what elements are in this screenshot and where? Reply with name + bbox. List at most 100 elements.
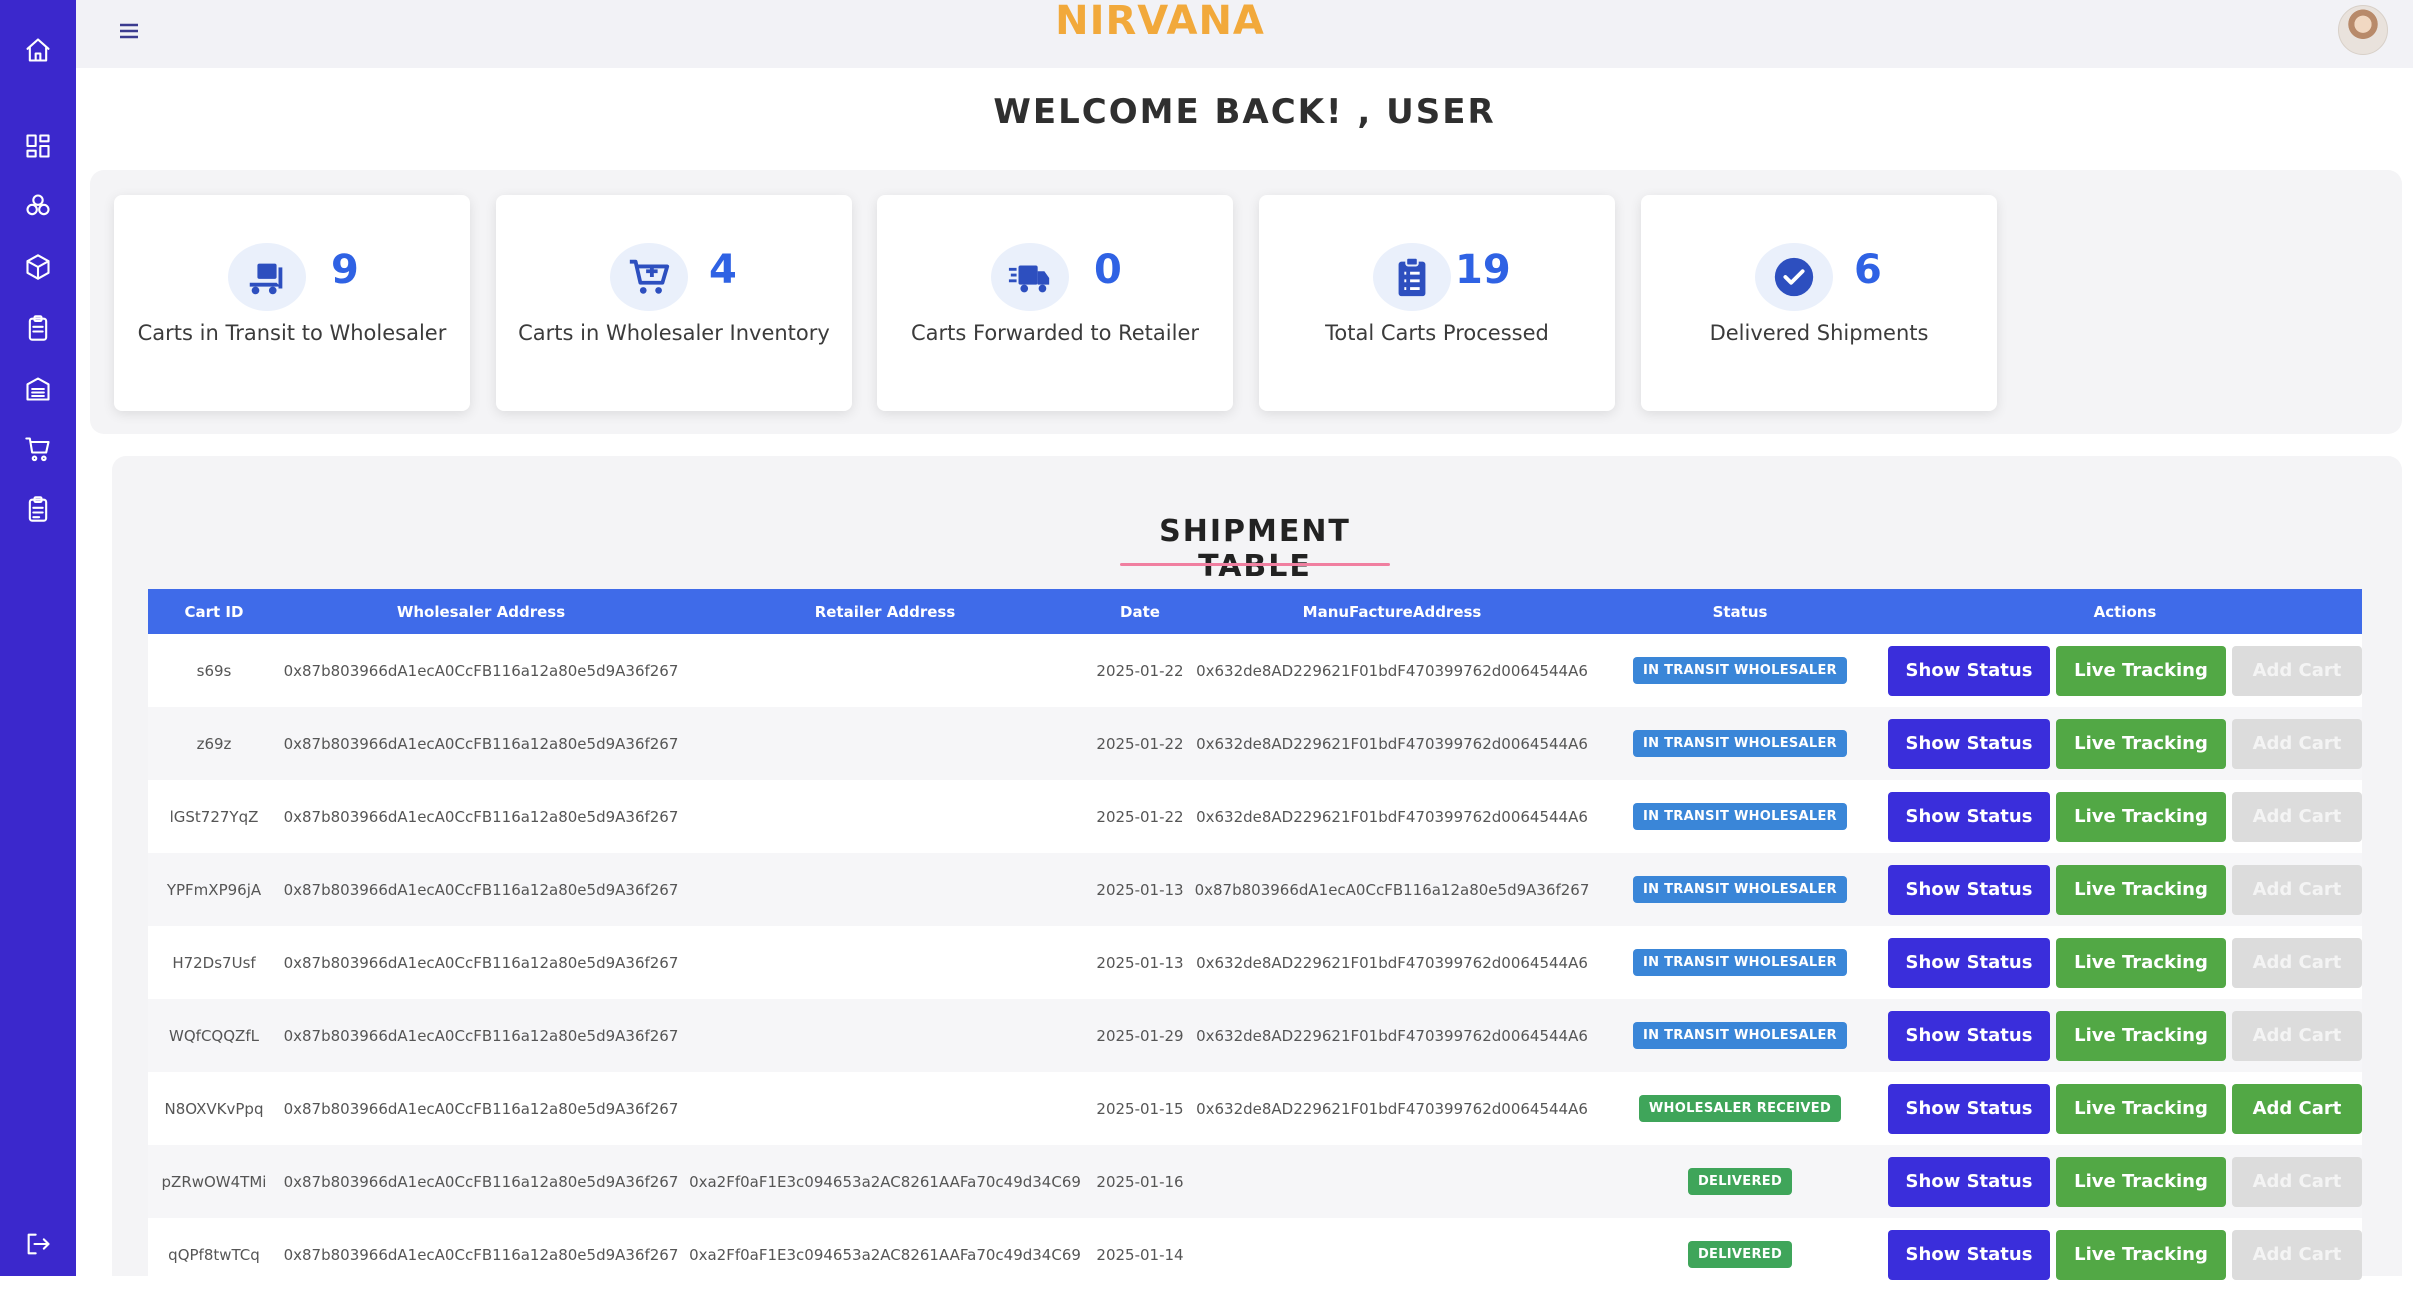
status-badge: IN TRANSIT WHOLESALER: [1633, 803, 1847, 830]
row-actions: Show Status Live Tracking Add Cart: [1888, 937, 2362, 988]
box-icon[interactable]: [22, 251, 54, 283]
cell-status: IN TRANSIT WHOLESALER: [1592, 707, 1888, 780]
menu-icon[interactable]: [114, 16, 144, 46]
header-status: Status: [1592, 589, 1888, 634]
cell-manufacture-address: 0x632de8AD229621F01bdF470399762d0064544A…: [1192, 926, 1592, 999]
cart-icon[interactable]: [22, 433, 54, 465]
add-cart-button: Add Cart: [2232, 718, 2362, 769]
header-date: Date: [1088, 589, 1192, 634]
stat-card-wholesaler-inventory: 4 Carts in Wholesaler Inventory: [496, 195, 852, 411]
clipboard-list-icon: [1373, 243, 1451, 311]
cell-manufacture-address: [1192, 1218, 1592, 1291]
cell-date: 2025-01-13: [1088, 853, 1192, 926]
cell-wholesaler-address: 0x87b803966dA1ecA0CcFB116a12a80e5d9A36f2…: [280, 926, 682, 999]
status-badge: IN TRANSIT WHOLESALER: [1633, 1022, 1847, 1049]
cell-actions: Show Status Live Tracking Add Cart: [1888, 707, 2362, 780]
stat-label: Carts Forwarded to Retailer: [910, 321, 1200, 345]
add-cart-button: Add Cart: [2232, 937, 2362, 988]
table-row: qQPf8twTCq 0x87b803966dA1ecA0CcFB116a12a8…: [148, 1218, 2362, 1291]
cell-status: WHOLESALER RECEIVED: [1592, 1072, 1888, 1145]
show-status-button[interactable]: Show Status: [1888, 791, 2050, 842]
live-tracking-button[interactable]: Live Tracking: [2056, 1083, 2226, 1134]
status-badge: IN TRANSIT WHOLESALER: [1633, 876, 1847, 903]
show-status-button[interactable]: Show Status: [1888, 1229, 2050, 1280]
welcome-heading: WELCOME BACK! , USER: [993, 92, 1496, 132]
home-icon[interactable]: [22, 34, 54, 66]
check-circle-icon: [1755, 243, 1833, 311]
live-tracking-button[interactable]: Live Tracking: [2056, 864, 2226, 915]
cell-manufacture-address: 0x87b803966dA1ecA0CcFB116a12a80e5d9A36f2…: [1192, 853, 1592, 926]
cell-retailer-address: [682, 999, 1088, 1072]
row-actions: Show Status Live Tracking Add Cart: [1888, 864, 2362, 915]
live-tracking-button[interactable]: Live Tracking: [2056, 718, 2226, 769]
show-status-button[interactable]: Show Status: [1888, 718, 2050, 769]
live-tracking-button[interactable]: Live Tracking: [2056, 937, 2226, 988]
clipboard-icon[interactable]: [22, 312, 54, 344]
cell-wholesaler-address: 0x87b803966dA1ecA0CcFB116a12a80e5d9A36f2…: [280, 853, 682, 926]
header-retailer-address: Retailer Address: [682, 589, 1088, 634]
stat-value: 9: [331, 247, 359, 293]
fast-truck-icon: [991, 243, 1069, 311]
avatar[interactable]: [2338, 5, 2388, 55]
checklist-icon[interactable]: [22, 493, 54, 525]
row-actions: Show Status Live Tracking Add Cart: [1888, 718, 2362, 769]
stat-label: Total Carts Processed: [1325, 321, 1549, 345]
status-badge: DELIVERED: [1687, 1168, 1793, 1195]
cell-date: 2025-01-16: [1088, 1145, 1192, 1218]
cell-status: IN TRANSIT WHOLESALER: [1592, 999, 1888, 1072]
cell-date: 2025-01-22: [1088, 634, 1192, 707]
header-actions: Actions: [1888, 589, 2362, 634]
shipment-table: Cart ID Wholesaler Address Retailer Addr…: [148, 589, 2362, 1291]
status-badge: DELIVERED: [1687, 1241, 1793, 1268]
show-status-button[interactable]: Show Status: [1888, 937, 2050, 988]
table-row: pZRwOW4TMi 0x87b803966dA1ecA0CcFB116a12a8…: [148, 1145, 2362, 1218]
live-tracking-button[interactable]: Live Tracking: [2056, 1010, 2226, 1061]
add-cart-button: Add Cart: [2232, 791, 2362, 842]
cell-date: 2025-01-13: [1088, 926, 1192, 999]
row-actions: Show Status Live Tracking Add Cart: [1888, 1083, 2362, 1134]
cell-status: DELIVERED: [1592, 1145, 1888, 1218]
cell-cart-id: WQfCQQZfL: [148, 999, 280, 1072]
dashboard-icon[interactable]: [22, 130, 54, 162]
table-row: WQfCQQZfL 0x87b803966dA1ecA0CcFB116a12a80…: [148, 999, 2362, 1072]
status-badge: IN TRANSIT WHOLESALER: [1633, 949, 1847, 976]
title-underline: [1120, 563, 1390, 566]
cell-retailer-address: [682, 1072, 1088, 1145]
show-status-button[interactable]: Show Status: [1888, 1156, 2050, 1207]
show-status-button[interactable]: Show Status: [1888, 864, 2050, 915]
cell-manufacture-address: 0x632de8AD229621F01bdF470399762d0064544A…: [1192, 707, 1592, 780]
show-status-button[interactable]: Show Status: [1888, 1083, 2050, 1134]
live-tracking-button[interactable]: Live Tracking: [2056, 1229, 2226, 1280]
cell-manufacture-address: 0x632de8AD229621F01bdF470399762d0064544A…: [1192, 780, 1592, 853]
live-tracking-button[interactable]: Live Tracking: [2056, 791, 2226, 842]
add-cart-button[interactable]: Add Cart: [2232, 1083, 2362, 1134]
status-badge: IN TRANSIT WHOLESALER: [1633, 730, 1847, 757]
show-status-button[interactable]: Show Status: [1888, 645, 2050, 696]
cell-actions: Show Status Live Tracking Add Cart: [1888, 1218, 2362, 1291]
cell-status: DELIVERED: [1592, 1218, 1888, 1291]
cell-actions: Show Status Live Tracking Add Cart: [1888, 1072, 2362, 1145]
cell-cart-id: lGSt727YqZ: [148, 780, 280, 853]
stat-value: 4: [709, 247, 737, 293]
status-badge: WHOLESALER RECEIVED: [1638, 1095, 1842, 1122]
cell-date: 2025-01-14: [1088, 1218, 1192, 1291]
cell-cart-id: s69s: [148, 634, 280, 707]
live-tracking-button[interactable]: Live Tracking: [2056, 1156, 2226, 1207]
cell-manufacture-address: 0x632de8AD229621F01bdF470399762d0064544A…: [1192, 999, 1592, 1072]
cell-manufacture-address: 0x632de8AD229621F01bdF470399762d0064544A…: [1192, 1072, 1592, 1145]
table-row: s69s 0x87b803966dA1ecA0CcFB116a12a80e5d9A…: [148, 634, 2362, 707]
warehouse-icon[interactable]: [22, 373, 54, 405]
cart-plus-icon: [610, 243, 688, 311]
row-actions: Show Status Live Tracking Add Cart: [1888, 645, 2362, 696]
nodes-icon[interactable]: [22, 190, 54, 222]
add-cart-button: Add Cart: [2232, 1229, 2362, 1280]
logout-icon[interactable]: [22, 1228, 54, 1260]
cell-retailer-address: 0xa2Ff0aF1E3c094653a2AC8261AAFa70c49d34C…: [682, 1145, 1088, 1218]
stat-label: Delivered Shipments: [1709, 321, 1929, 345]
cell-wholesaler-address: 0x87b803966dA1ecA0CcFB116a12a80e5d9A36f2…: [280, 1218, 682, 1291]
live-tracking-button[interactable]: Live Tracking: [2056, 645, 2226, 696]
stat-label: Carts in Transit to Wholesaler: [137, 321, 447, 345]
show-status-button[interactable]: Show Status: [1888, 1010, 2050, 1061]
cell-cart-id: pZRwOW4TMi: [148, 1145, 280, 1218]
cell-cart-id: H72Ds7Usf: [148, 926, 280, 999]
